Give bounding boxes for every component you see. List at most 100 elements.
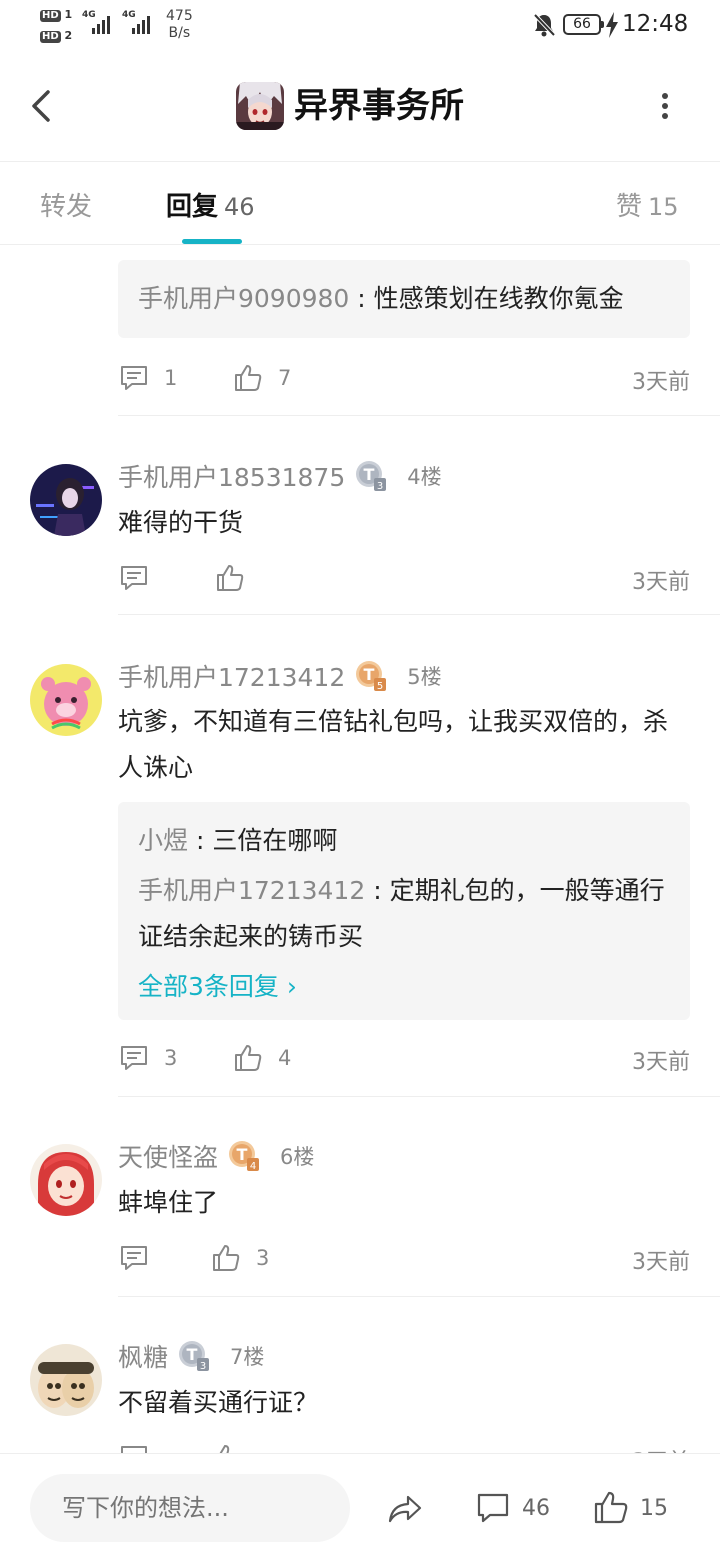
avatar[interactable] bbox=[30, 1344, 102, 1416]
like-count-button[interactable]: 15 bbox=[592, 1488, 668, 1528]
expand-replies-link[interactable]: 全部3条回复 › bbox=[138, 964, 670, 1010]
divider bbox=[118, 1296, 720, 1297]
reply-button[interactable] bbox=[118, 1238, 164, 1278]
hd-indicator-1: HD 1 bbox=[40, 8, 73, 22]
username[interactable]: 枫糖 bbox=[118, 1338, 168, 1374]
header: 异界事务所 bbox=[0, 52, 720, 162]
thumbs-up-icon bbox=[217, 565, 244, 591]
user-row: 枫糖 T 3 7楼 bbox=[118, 1338, 264, 1374]
svg-text:T: T bbox=[187, 1345, 198, 1364]
chevron-left-icon[interactable] bbox=[28, 86, 58, 126]
level-badge-icon: T 3 bbox=[356, 461, 387, 492]
divider bbox=[118, 614, 720, 615]
share-button[interactable] bbox=[386, 1488, 434, 1528]
username[interactable]: 手机用户18531875 bbox=[118, 458, 345, 494]
like-button[interactable] bbox=[210, 1438, 256, 1453]
tab-indicator bbox=[182, 239, 242, 244]
username[interactable]: 手机用户17213412 bbox=[118, 658, 345, 694]
reply-text: 难得的干货 bbox=[118, 508, 244, 537]
divider bbox=[118, 1096, 720, 1097]
timestamp: 3天前 bbox=[632, 570, 690, 595]
reply-text: 坑爹，不知道有三倍钻礼包吗，让我买双倍的，杀人诛心 bbox=[118, 707, 669, 782]
quoted-reply: 手机用户17213412 : 定期礼包的，一般等通行证结余起来的铸币买 bbox=[138, 876, 665, 951]
quoted-replies[interactable]: 手机用户9090980 : 性感策划在线教你氪金 bbox=[118, 260, 690, 338]
reply-button[interactable]: 3 bbox=[118, 1038, 177, 1078]
svg-text:3: 3 bbox=[200, 1361, 206, 1372]
avatar[interactable] bbox=[30, 1144, 102, 1216]
clock: 12:48 bbox=[622, 11, 689, 37]
quoted-replies[interactable]: 小煜 : 三倍在哪啊 手机用户17213412 : 定期礼包的，一般等通行证结余… bbox=[118, 802, 690, 1020]
reply-button[interactable]: 1 bbox=[118, 358, 177, 398]
thumbs-up-icon bbox=[219, 1444, 230, 1453]
level-badge-icon: T 5 bbox=[356, 661, 387, 692]
comment-icon bbox=[121, 1246, 147, 1270]
username[interactable]: 天使怪盗 bbox=[118, 1138, 218, 1174]
post-actions: 3天前 bbox=[118, 1438, 690, 1453]
svg-text:4: 4 bbox=[250, 1161, 256, 1172]
reply-text: 蚌埠住了 bbox=[118, 1188, 219, 1217]
like-button[interactable]: 7 bbox=[232, 358, 291, 398]
post-actions: 3天前 bbox=[118, 558, 690, 598]
share-icon bbox=[388, 1495, 422, 1523]
timestamp: 3天前 bbox=[632, 1444, 690, 1453]
mute-bell-icon bbox=[533, 13, 555, 37]
quoted-user[interactable]: 手机用户9090980 bbox=[138, 284, 349, 313]
avatar[interactable] bbox=[30, 464, 102, 536]
comment-icon bbox=[121, 566, 147, 590]
post-actions: 3 3天前 bbox=[118, 1238, 690, 1278]
reply-button[interactable] bbox=[118, 558, 164, 598]
svg-text:T: T bbox=[364, 665, 375, 684]
charging-icon bbox=[606, 12, 618, 38]
quoted-user[interactable]: 小煜 bbox=[138, 826, 188, 855]
status-bar: HD 1 HD 2 4G 4G 475 B/s 66 12:48 bbox=[40, 8, 689, 43]
quoted-reply: 小煜 : 三倍在哪啊 bbox=[138, 826, 338, 855]
reply-count-button[interactable]: 46 bbox=[474, 1488, 550, 1528]
battery-indicator: 66 bbox=[563, 14, 604, 35]
floor-number: 4楼 bbox=[407, 465, 442, 489]
user-row: 天使怪盗 T 4 6楼 bbox=[118, 1138, 314, 1174]
timestamp: 3天前 bbox=[632, 1250, 690, 1275]
thumbs-up-icon bbox=[213, 1245, 240, 1271]
network-speed: 475 B/s bbox=[166, 8, 193, 41]
user-row: 手机用户17213412 T 5 5楼 bbox=[118, 658, 442, 694]
hd-indicator-2: HD 2 bbox=[40, 29, 73, 43]
reply-button[interactable] bbox=[118, 1438, 164, 1453]
reply-text: 不留着买通行证？ bbox=[118, 1388, 319, 1417]
svg-text:T: T bbox=[237, 1145, 248, 1164]
tab-reply[interactable]: 回复 46 bbox=[166, 186, 255, 223]
like-button[interactable] bbox=[214, 558, 260, 598]
level-badge-icon: T 3 bbox=[179, 1341, 210, 1372]
floor-number: 5楼 bbox=[407, 665, 442, 689]
svg-text:3: 3 bbox=[377, 481, 383, 492]
thumbs-up-icon bbox=[235, 1045, 262, 1071]
chevron-right-icon: › bbox=[286, 972, 297, 1001]
post-actions: 1 7 3天前 bbox=[118, 358, 690, 398]
tab-bar: 转发 回复 46 赞 15 bbox=[0, 162, 720, 245]
like-button[interactable]: 4 bbox=[232, 1038, 291, 1078]
quoted-reply: 手机用户9090980 : 性感策划在线教你氪金 bbox=[138, 284, 624, 313]
svg-text:5: 5 bbox=[377, 681, 383, 692]
comment-icon bbox=[121, 366, 147, 390]
divider bbox=[118, 415, 720, 416]
avatar[interactable] bbox=[30, 664, 102, 736]
like-button[interactable]: 3 bbox=[210, 1238, 269, 1278]
more-vertical-icon[interactable] bbox=[650, 88, 680, 124]
timestamp: 3天前 bbox=[632, 370, 690, 395]
tab-like[interactable]: 赞 15 bbox=[616, 186, 679, 223]
comment-icon bbox=[477, 1493, 509, 1523]
tab-repost[interactable]: 转发 bbox=[40, 186, 92, 223]
reply-list[interactable]: 手机用户9090980 : 性感策划在线教你氪金 1 7 3天前 手机用户185… bbox=[0, 246, 720, 1453]
thumbs-up-icon bbox=[235, 365, 262, 391]
floor-number: 7楼 bbox=[230, 1345, 265, 1369]
comment-icon bbox=[121, 1046, 147, 1070]
user-row: 手机用户18531875 T 3 4楼 bbox=[118, 458, 442, 494]
thumbs-up-icon bbox=[594, 1491, 628, 1524]
comment-icon bbox=[121, 1446, 147, 1453]
floor-number: 6楼 bbox=[280, 1145, 315, 1169]
quoted-user[interactable]: 手机用户17213412 bbox=[138, 876, 365, 905]
app-icon[interactable] bbox=[236, 82, 284, 130]
comment-input[interactable] bbox=[30, 1474, 350, 1542]
svg-text:T: T bbox=[364, 465, 375, 484]
post-actions: 3 4 3天前 bbox=[118, 1038, 690, 1078]
page-title: 异界事务所 bbox=[294, 86, 464, 126]
